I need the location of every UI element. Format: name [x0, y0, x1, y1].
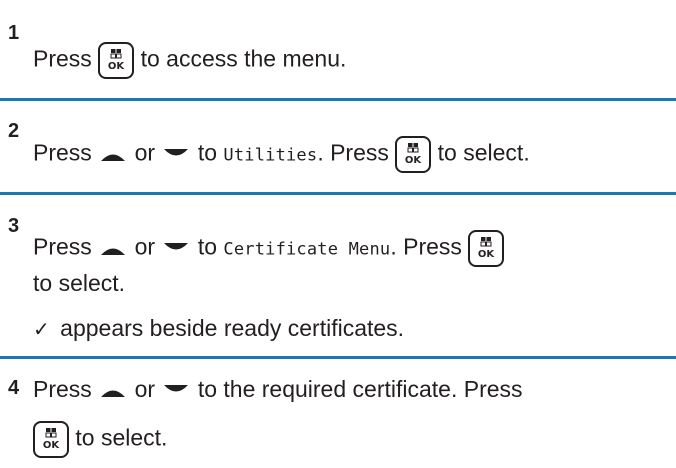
down-arrow-icon: [163, 141, 189, 169]
step-text: Press or to the required certificate. Pr…: [33, 375, 523, 405]
checkmark-icon: ✓: [33, 319, 50, 341]
up-arrow-icon: [100, 141, 126, 169]
divider: [0, 192, 676, 195]
divider: [0, 356, 676, 359]
step-text: Press or to Utilities. Press OK to selec…: [33, 136, 530, 173]
menu-ok-button-icon: OK: [98, 42, 135, 79]
divider: [0, 98, 676, 101]
menu-ok-button-icon: OK: [395, 136, 432, 173]
step-number: 4: [8, 377, 20, 399]
menu-ok-button-icon: OK: [33, 421, 69, 458]
menu-item-name: Certificate Menu: [223, 239, 391, 260]
step-number: 2: [8, 120, 20, 142]
down-arrow-icon: [163, 377, 189, 405]
step-text-continued: OK to select.: [33, 421, 167, 458]
step-text: Press or to Certificate Menu. Press OK: [33, 230, 505, 267]
step-number: 1: [8, 22, 20, 44]
step-number: 3: [8, 215, 20, 237]
ok-label: OK: [405, 155, 423, 166]
up-arrow-icon: [100, 235, 126, 263]
step-note: ✓ appears beside ready certificates.: [33, 315, 405, 341]
menu-ok-button-icon: OK: [468, 230, 505, 267]
step-text: Press OK to access the menu.: [33, 42, 346, 79]
ok-label: OK: [43, 440, 61, 451]
step-text-continued: to select.: [33, 270, 126, 296]
down-arrow-icon: [163, 235, 189, 263]
up-arrow-icon: [100, 377, 126, 405]
ok-label: OK: [108, 61, 126, 72]
menu-item-name: Utilities: [223, 145, 318, 166]
ok-label: OK: [478, 249, 496, 260]
